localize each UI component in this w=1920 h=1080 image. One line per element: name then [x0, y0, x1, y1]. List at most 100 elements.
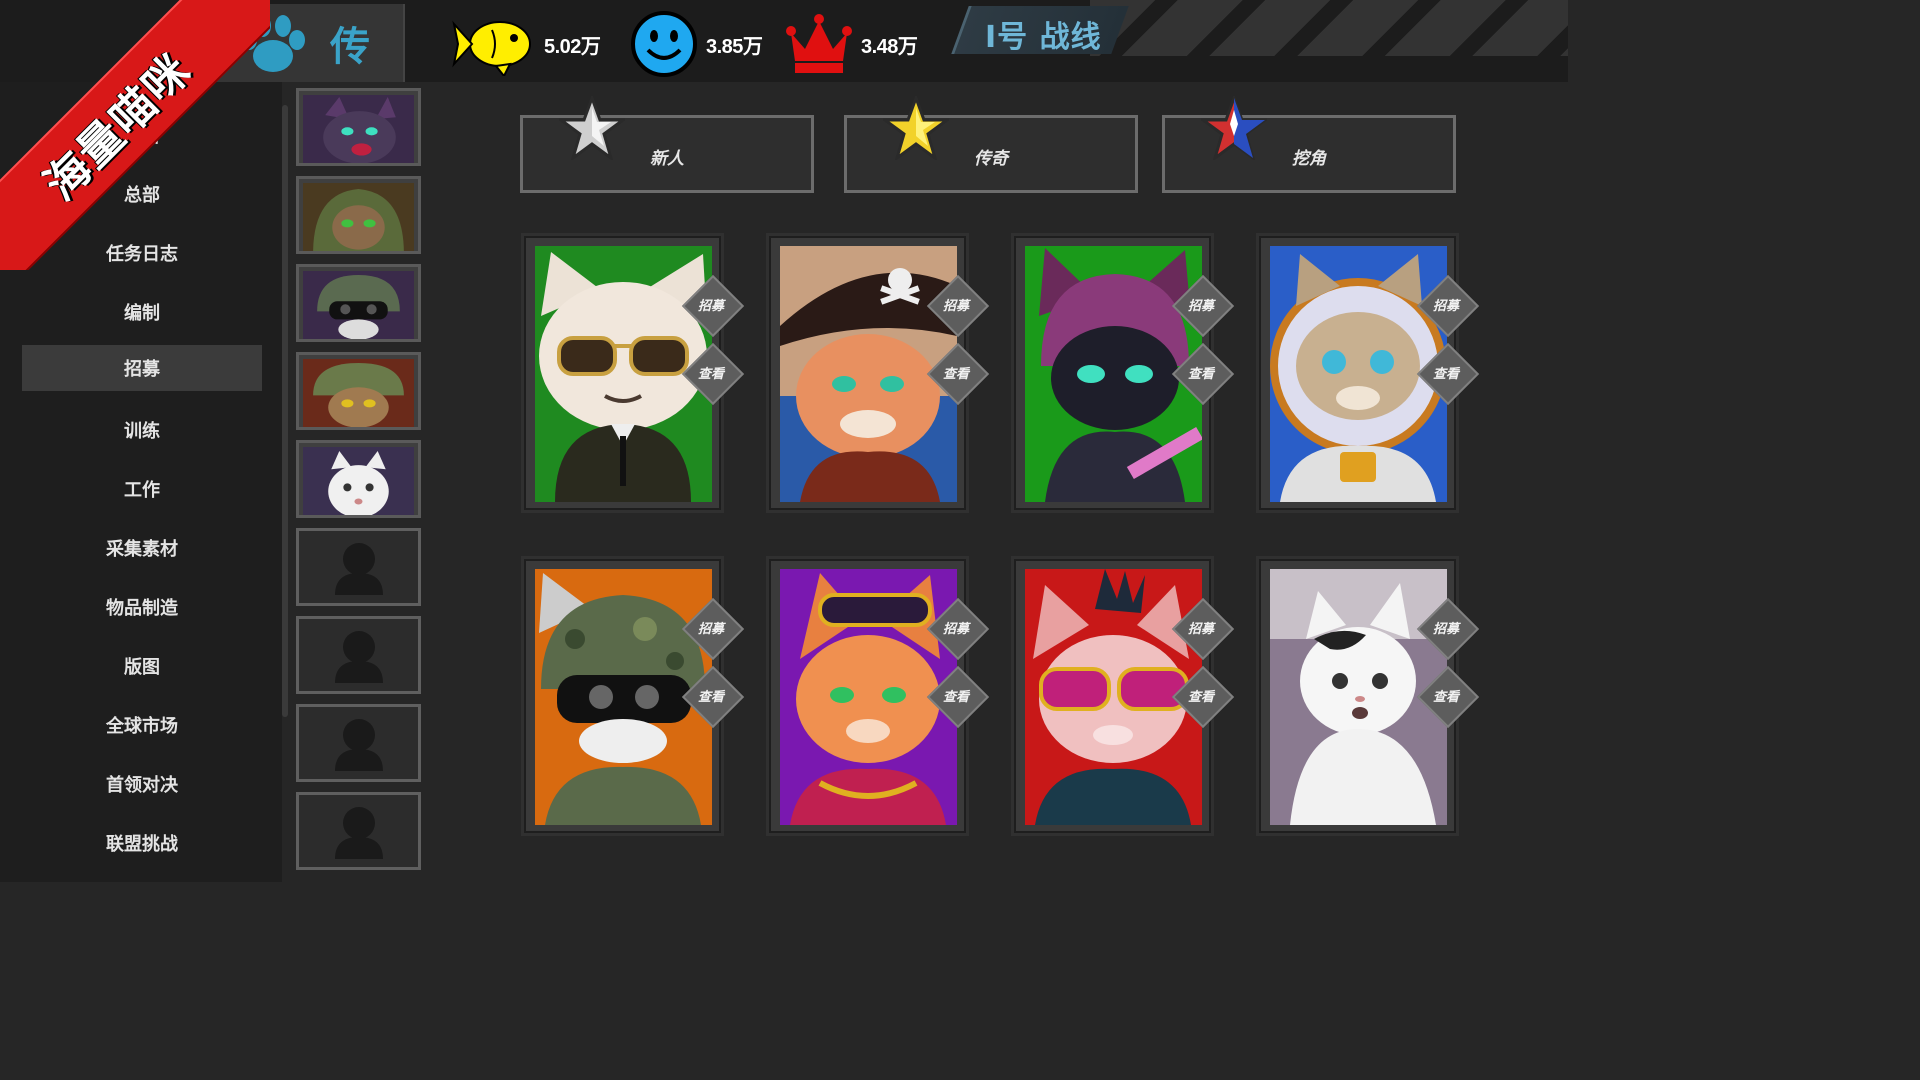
crown-icon	[786, 14, 852, 73]
header-decoration	[1090, 0, 1568, 56]
silhouette-icon	[334, 807, 383, 859]
roster-slot[interactable]	[296, 88, 421, 166]
roster-slot-empty[interactable]	[296, 704, 421, 782]
sidebar-item-work[interactable]: 工作	[22, 466, 262, 512]
view-button-label: 查看	[1432, 689, 1459, 705]
sidebar-item-alliance[interactable]: 联盟挑战	[22, 820, 262, 866]
tab-label: 挖角	[1292, 149, 1326, 169]
rank-label: 传	[330, 23, 370, 70]
sidebar-item-label: 联盟挑战	[106, 834, 178, 855]
recruit-card: 招募 查看	[1014, 236, 1214, 510]
recruit-button-label: 招募	[1432, 298, 1459, 314]
tab-newcomer[interactable]: 新人	[520, 96, 814, 193]
cat-portrait	[303, 359, 414, 427]
recruit-button[interactable]: 招募	[928, 599, 984, 655]
view-button-label: 查看	[1187, 689, 1214, 705]
recruit-button-label: 招募	[697, 621, 724, 637]
view-button[interactable]: 查看	[1173, 667, 1229, 723]
view-button-label: 查看	[1187, 366, 1214, 382]
recruit-button-label: 招募	[942, 621, 969, 637]
view-button[interactable]: 查看	[1418, 667, 1474, 723]
tab-label: 新人	[650, 149, 684, 169]
paw-icon	[241, 15, 305, 72]
sidebar-item-territory[interactable]: 版图	[22, 643, 262, 689]
sidebar-item-label: 首领对决	[106, 775, 178, 796]
view-button[interactable]: 查看	[1173, 344, 1229, 400]
sidebar-scrollbar[interactable]	[282, 105, 288, 717]
recruit-button-label: 招募	[697, 298, 724, 314]
crown-resource: 3.48万	[785, 14, 918, 74]
recruit-card: 招募 查看	[1259, 559, 1459, 833]
recruit-button-label: 招募	[1432, 621, 1459, 637]
sidebar-item-formation[interactable]: 编制	[22, 289, 262, 335]
cat-portrait	[303, 183, 414, 251]
view-button[interactable]: 查看	[928, 344, 984, 400]
recruit-button[interactable]: 招募	[1418, 599, 1474, 655]
sidebar-item-label: 版图	[124, 657, 160, 678]
recruit-button[interactable]: 招募	[928, 276, 984, 332]
roster-slot[interactable]	[296, 264, 421, 342]
recruit-button-label: 招募	[1187, 298, 1214, 314]
roster-slot-empty[interactable]	[296, 528, 421, 606]
recruit-button[interactable]: 招募	[1418, 276, 1474, 332]
sidebar-item-label: 物品制造	[106, 598, 178, 619]
recruit-card: 招募 查看	[769, 236, 969, 510]
view-button-label: 查看	[1432, 366, 1459, 382]
crown-value: 3.48万	[861, 35, 918, 58]
recruit-card: 招募 查看	[1014, 559, 1214, 833]
recruit-button[interactable]: 招募	[683, 599, 739, 655]
cat-portrait	[303, 95, 414, 163]
rank-tab[interactable]: 传	[205, 4, 405, 82]
sidebar-item-hq[interactable]: 总部	[22, 171, 262, 217]
roster-slot[interactable]	[296, 176, 421, 254]
sidebar-item-label: 招募	[124, 359, 160, 380]
tab-label: 传奇	[974, 149, 1008, 169]
sidebar-item-label: 编制	[124, 303, 160, 324]
sidebar-item-recruit[interactable]: 招募	[22, 345, 262, 391]
smiley-resource: 3.85万	[630, 11, 763, 77]
view-button-label: 查看	[942, 366, 969, 382]
sidebar-item-label: 训练	[124, 421, 160, 442]
roster-slot-empty[interactable]	[296, 616, 421, 694]
smiley-value: 3.85万	[706, 35, 763, 58]
sidebar-item-mission-log[interactable]: 任务日志	[22, 230, 262, 276]
tab-legend[interactable]: 传奇	[844, 96, 1138, 193]
sidebar-item-market[interactable]: 全球市场	[22, 702, 262, 748]
view-button[interactable]: 查看	[1418, 344, 1474, 400]
recruit-button[interactable]: 招募	[1173, 276, 1229, 332]
sidebar-item-label: 全球市场	[106, 716, 178, 737]
view-button[interactable]: 查看	[683, 667, 739, 723]
recruit-button[interactable]: 招募	[1173, 599, 1229, 655]
frontline-label: I号 战线	[985, 20, 1102, 55]
view-button[interactable]: 查看	[683, 344, 739, 400]
recruit-button-label: 招募	[1187, 621, 1214, 637]
sidebar-item-sortie[interactable]: 出击	[22, 112, 262, 158]
cat-portrait	[303, 271, 414, 339]
sidebar-item-label: 采集素材	[106, 539, 178, 560]
sidebar-item-gather[interactable]: 采集素材	[22, 525, 262, 571]
roster-slot-empty[interactable]	[296, 792, 421, 870]
sidebar-item-label: 任务日志	[106, 244, 178, 265]
recruit-button-label: 招募	[942, 298, 969, 314]
sidebar-item-boss[interactable]: 首领对决	[22, 761, 262, 807]
smiley-icon	[631, 11, 697, 77]
view-button-label: 查看	[697, 689, 724, 705]
view-button-label: 查看	[697, 366, 724, 382]
sidebar-item-training[interactable]: 训练	[22, 407, 262, 453]
recruit-card: 招募 查看	[769, 559, 969, 833]
roster-slot[interactable]	[296, 440, 421, 518]
recruit-card: 招募 查看	[524, 236, 724, 510]
fish-resource: 5.02万	[452, 14, 601, 76]
fish-icon	[452, 20, 531, 76]
tab-poach[interactable]: 挖角	[1162, 96, 1456, 193]
silhouette-icon	[334, 719, 383, 771]
sidebar-item-label: 工作	[124, 480, 160, 501]
view-button-label: 查看	[942, 689, 969, 705]
recruit-button[interactable]: 招募	[683, 276, 739, 332]
sidebar-item-label: 总部	[124, 185, 160, 206]
view-button[interactable]: 查看	[928, 667, 984, 723]
roster-slot[interactable]	[296, 352, 421, 430]
sidebar-item-crafting[interactable]: 物品制造	[22, 584, 262, 630]
top-bar: 传 5.02万 3.85万 3.48万 I号 战线	[0, 0, 1568, 82]
sidebar: 出击 总部 任务日志 编制 招募 训练 工作 采集素材 物品制造 版图 全球市场…	[0, 82, 282, 882]
